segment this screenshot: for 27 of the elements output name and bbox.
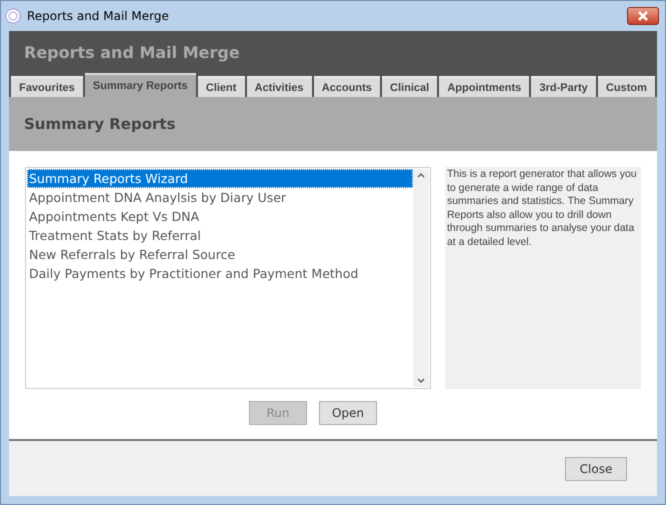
tab[interactable]: Accounts <box>314 76 380 97</box>
header-title: Reports and Mail Merge <box>24 42 240 62</box>
close-button[interactable]: Close <box>565 456 627 480</box>
report-item[interactable]: Daily Payments by Practitioner and Payment Method <box>27 264 413 283</box>
tab[interactable]: Clinical <box>382 76 438 97</box>
app-logo-icon <box>5 8 21 24</box>
report-list[interactable]: Summary Reports Wizard Appointment DNA Anaylsis by Diary User Appointments Kept Vs DNA Treatment Stats by Referral New Referrals by Referral Source Daily Payments by Practitioner and Payment Method <box>25 167 431 389</box>
tab[interactable]: Summary Reports <box>84 73 196 97</box>
report-item[interactable]: Summary Reports Wizard <box>27 169 413 188</box>
scroll-down-icon[interactable] <box>416 378 425 383</box>
tab[interactable]: Client <box>198 76 245 97</box>
tab[interactable]: Custom <box>598 76 656 97</box>
tab[interactable]: 3rd-Party <box>531 76 596 97</box>
report-item[interactable]: Appointments Kept Vs DNA <box>27 207 413 226</box>
scrollbar[interactable] <box>412 169 429 387</box>
report-description: This is a report generator that allows you to generate a wide range of data summaries and statistics. The Summary Reports also allow you to drill down through summaries to analyse your data at a detailed level. <box>444 167 641 389</box>
close-icon[interactable] <box>627 7 659 25</box>
section-title: Summary Reports <box>24 115 176 133</box>
report-item[interactable]: New Referrals by Referral Source <box>27 245 413 264</box>
report-item[interactable]: Appointment DNA Anaylsis by Diary User <box>27 188 413 207</box>
scroll-up-icon[interactable] <box>416 173 425 178</box>
window-title: Reports and Mail Merge <box>27 9 170 23</box>
open-button[interactable]: Open <box>319 401 377 425</box>
tab[interactable]: Activities <box>246 76 312 97</box>
tab[interactable]: Favourites <box>11 76 83 97</box>
tab[interactable]: Appointments <box>439 76 530 97</box>
report-item[interactable]: Treatment Stats by Referral <box>27 226 413 245</box>
